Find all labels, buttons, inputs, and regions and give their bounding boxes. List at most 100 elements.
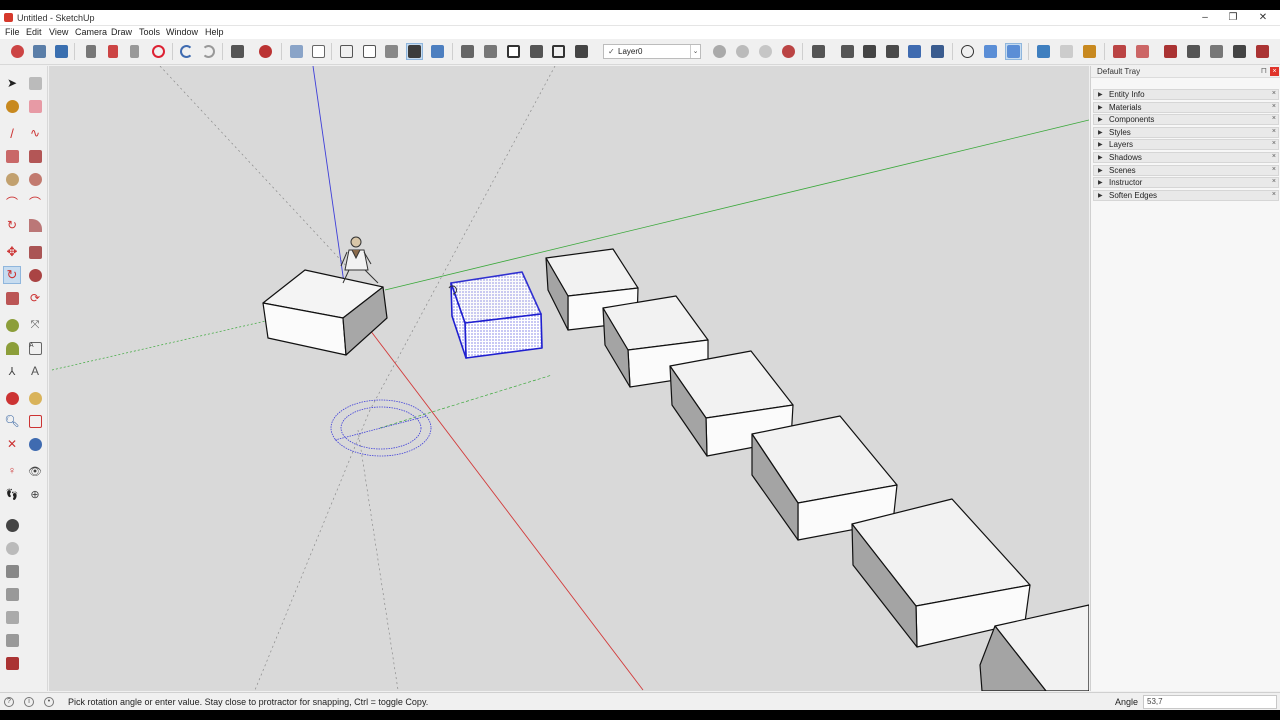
- warehouse-icon[interactable]: [1035, 43, 1052, 60]
- preview-3d-icon[interactable]: [1208, 43, 1225, 60]
- erase-icon[interactable]: [150, 43, 167, 60]
- walk-tool-icon[interactable]: 👣︎: [3, 485, 21, 503]
- monochrome-icon[interactable]: [429, 43, 446, 60]
- geolocation-icon[interactable]: [1185, 43, 1202, 60]
- iso-view-icon[interactable]: [459, 43, 476, 60]
- solid-subtract-icon[interactable]: [780, 43, 797, 60]
- push-pull-tool-icon[interactable]: [26, 243, 44, 261]
- dimension-tool-icon[interactable]: ⤧: [26, 316, 44, 334]
- cut-icon[interactable]: [82, 43, 99, 60]
- open-icon[interactable]: [31, 43, 48, 60]
- print-icon[interactable]: [229, 43, 246, 60]
- eraser-icon[interactable]: [26, 97, 44, 115]
- rotate-tool-icon[interactable]: ↻: [3, 266, 21, 284]
- menu-help[interactable]: Help: [205, 27, 224, 37]
- panel-components[interactable]: ▶ Components ×: [1093, 114, 1279, 125]
- intersect-icon[interactable]: [906, 43, 923, 60]
- user-icon[interactable]: •: [44, 697, 54, 707]
- previous-view-icon[interactable]: [26, 435, 44, 453]
- sandbox-icon[interactable]: [929, 43, 946, 60]
- maximize-button[interactable]: ❐: [1221, 11, 1245, 25]
- photo-textures-icon[interactable]: [1111, 43, 1128, 60]
- two-point-arc-icon[interactable]: ⌒: [26, 193, 44, 211]
- freehand-tool-icon[interactable]: ∿: [26, 124, 44, 142]
- circle-tool-icon[interactable]: [3, 170, 21, 188]
- zoom-extents-icon[interactable]: ✕: [3, 435, 21, 453]
- warehouse-tool-icon[interactable]: [3, 516, 21, 534]
- tape-measure-icon[interactable]: [3, 316, 21, 334]
- right-view-icon[interactable]: [528, 43, 545, 60]
- measurements-input[interactable]: 53,7: [1143, 695, 1277, 709]
- section-plane-tool-icon[interactable]: ⊕: [26, 485, 44, 503]
- terrain-icon[interactable]: [1162, 43, 1179, 60]
- look-around-icon[interactable]: 👁︎: [26, 462, 44, 480]
- paste-icon[interactable]: [126, 43, 143, 60]
- pie-tool-icon[interactable]: [26, 216, 44, 234]
- menu-camera[interactable]: Camera: [75, 27, 107, 37]
- section-plane-icon[interactable]: [810, 43, 827, 60]
- geo-location-icon[interactable]: ?: [4, 697, 14, 707]
- pan-tool-icon[interactable]: [26, 389, 44, 407]
- three-point-arc-icon[interactable]: ↻: [3, 216, 21, 234]
- panel-entity-info[interactable]: ▶ Entity Info ×: [1093, 89, 1279, 100]
- solid-union-icon[interactable]: [757, 43, 774, 60]
- layout-icon[interactable]: [1231, 43, 1248, 60]
- panel-close-icon[interactable]: ×: [1272, 178, 1276, 185]
- wireframe-icon[interactable]: [338, 43, 355, 60]
- save-icon[interactable]: [53, 43, 70, 60]
- panel-close-icon[interactable]: ×: [1272, 140, 1276, 147]
- components-tool-icon[interactable]: [3, 562, 21, 580]
- rectangle-tool-icon[interactable]: [3, 147, 21, 165]
- pin-icon[interactable]: ⊓: [1261, 66, 1267, 75]
- sandbox-tool-icon[interactable]: [3, 585, 21, 603]
- push-pull-icon[interactable]: [839, 43, 856, 60]
- protractor-icon[interactable]: [3, 339, 21, 357]
- follow-me-tool-icon[interactable]: [26, 266, 44, 284]
- panel-close-icon[interactable]: ×: [1272, 103, 1276, 110]
- extension-warehouse-icon[interactable]: [1081, 43, 1098, 60]
- orbit-tool-icon[interactable]: [3, 389, 21, 407]
- panel-materials[interactable]: ▶ Materials ×: [1093, 102, 1279, 113]
- arc-tool-icon[interactable]: ⌒: [3, 193, 21, 211]
- panel-close-icon[interactable]: ×: [1272, 153, 1276, 160]
- panel-close-icon[interactable]: ×: [1272, 191, 1276, 198]
- back-view-icon[interactable]: [550, 43, 567, 60]
- axes-icon[interactable]: [959, 43, 976, 60]
- menu-tools[interactable]: Tools: [139, 27, 160, 37]
- hidden-line-icon[interactable]: [361, 43, 378, 60]
- text-tool-icon[interactable]: A: [26, 339, 44, 357]
- share-model-icon[interactable]: [1058, 43, 1075, 60]
- offset-tool-icon[interactable]: ⟳: [26, 289, 44, 307]
- model-info-icon[interactable]: [257, 43, 274, 60]
- panel-layers[interactable]: ▶ Layers ×: [1093, 139, 1279, 150]
- share-tool-icon[interactable]: [3, 539, 21, 557]
- line-tool-icon[interactable]: /: [3, 124, 21, 142]
- top-view-icon[interactable]: [482, 43, 499, 60]
- menu-draw[interactable]: Draw: [111, 27, 132, 37]
- style-builder-icon[interactable]: [1254, 43, 1271, 60]
- shaded-icon[interactable]: [383, 43, 400, 60]
- polygon-tool-icon[interactable]: [26, 170, 44, 188]
- zoom-tool-icon[interactable]: 🔍︎: [3, 412, 21, 430]
- panel-close-icon[interactable]: ×: [1272, 115, 1276, 122]
- front-view-icon[interactable]: [505, 43, 522, 60]
- layer-dropdown[interactable]: ✓ Layer0 ⌄: [603, 44, 701, 59]
- rotated-rectangle-icon[interactable]: [26, 147, 44, 165]
- undo-icon[interactable]: [178, 43, 195, 60]
- follow-me-icon[interactable]: [884, 43, 901, 60]
- redo-icon[interactable]: [200, 43, 217, 60]
- drawing-viewport[interactable]: [49, 66, 1089, 691]
- panel-styles[interactable]: ▶ Styles ×: [1093, 127, 1279, 138]
- paint-bucket-icon[interactable]: [3, 97, 21, 115]
- walk-icon[interactable]: [1005, 43, 1022, 60]
- axes-tool-icon[interactable]: ⅄: [3, 362, 21, 380]
- zoom-window-icon[interactable]: [26, 412, 44, 430]
- panel-instructor[interactable]: ▶ Instructor ×: [1093, 177, 1279, 188]
- panel-close-icon[interactable]: ×: [1272, 128, 1276, 135]
- make-component-icon[interactable]: [26, 74, 44, 92]
- back-edges-icon[interactable]: [310, 43, 327, 60]
- shaded-textures-icon[interactable]: [406, 43, 423, 60]
- move-tool-icon[interactable]: ✥: [3, 243, 21, 261]
- menu-edit[interactable]: Edit: [26, 27, 42, 37]
- menu-window[interactable]: Window: [166, 27, 198, 37]
